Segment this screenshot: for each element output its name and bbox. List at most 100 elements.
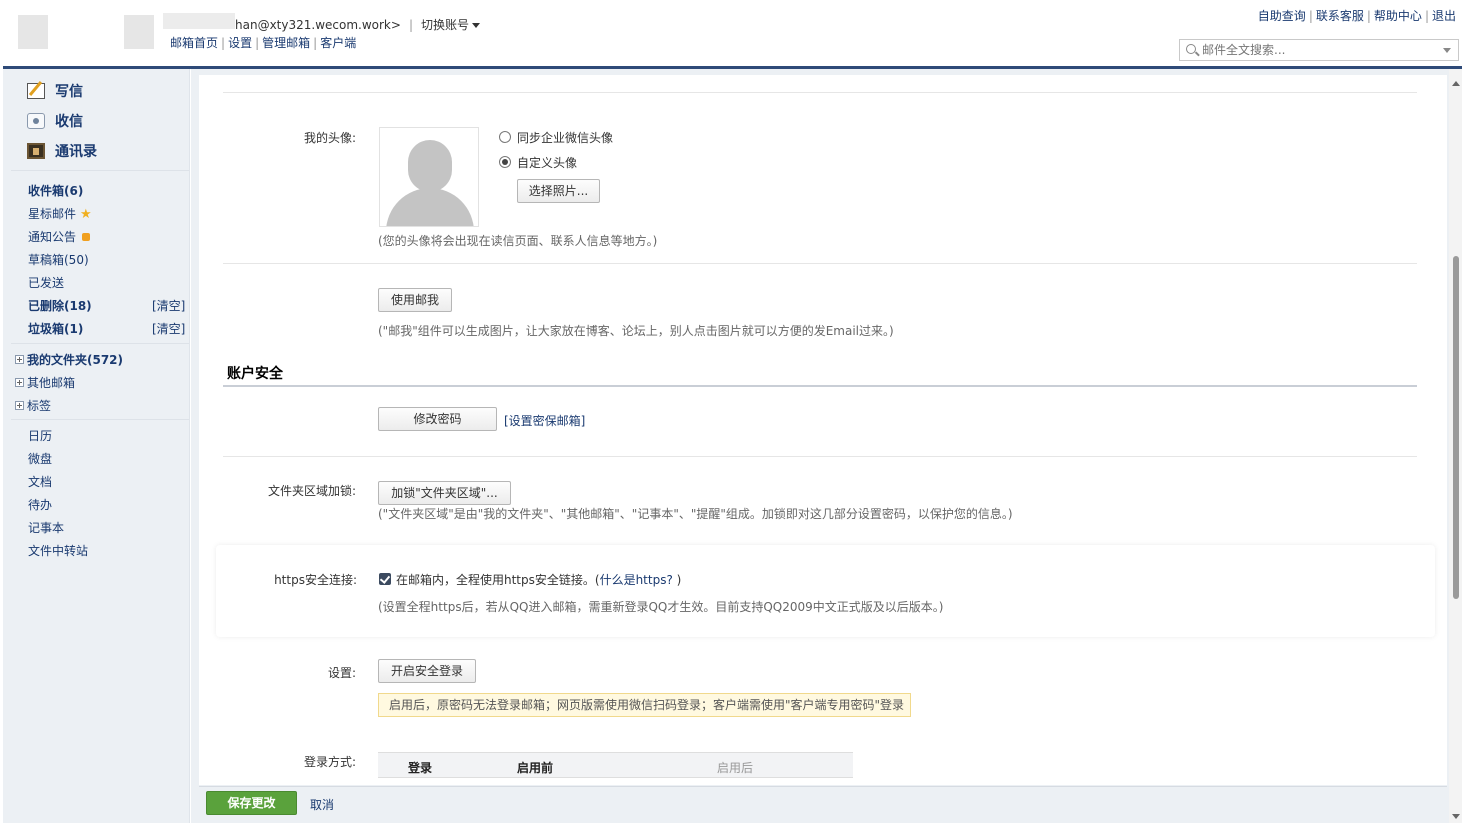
avatar-sync-radio[interactable] [499,131,511,143]
avatar-sync-label: 同步企业微信头像 [517,131,614,145]
folder-lock-button[interactable]: 加锁"文件夹区域"... [378,481,511,505]
user-avatar[interactable] [124,15,154,49]
section-divider [223,92,1417,93]
app-file-transfer[interactable]: 文件中转站 [28,542,88,559]
scrollbar-thumb[interactable] [1453,256,1459,599]
use-mailme-button[interactable]: 使用邮我 [378,288,452,312]
folder-drafts[interactable]: 草稿箱(50) [28,251,89,268]
speaker-icon [82,233,91,241]
account-separator: | [408,18,413,32]
switch-account-link[interactable]: 切换账号 [421,18,480,32]
avatar-custom-label: 自定义头像 [517,156,578,170]
mailme-hint: ("邮我"组件可以生成图片，让大家放在博客、论坛上，别人点击图片就可以方便的发E… [378,324,894,338]
set-security-mail-link[interactable]: [设置密保邮箱] [504,412,585,429]
tree-other-mailboxes[interactable]: 其他邮箱 [15,374,75,391]
tree-my-folders-label: 我的文件夹(572) [27,353,124,367]
scrollbar[interactable] [1449,69,1462,823]
scroll-up-icon[interactable] [1452,81,1460,86]
folder-lock-hint: ("文件夹区域"是由"我的文件夹"、"其他邮箱"、"记事本"、"提醒"组成。加锁… [378,507,1013,521]
account-security-title: 账户安全 [227,366,283,382]
account-email: han@xty321.wecom.work> [235,18,401,32]
expand-icon[interactable] [15,355,24,364]
table-header-login: 登录 [408,761,433,775]
section-title-underline [223,385,1417,387]
https-close-paren: ) [672,573,682,587]
save-changes-button[interactable]: 保存更改 [206,791,297,815]
select-photo-button[interactable]: 选择照片... [517,179,600,203]
compose-label: 写信 [55,84,83,100]
header-nav: 邮箱首页 | 设置 | 管理邮箱 | 客户端 [170,36,357,50]
top-right-links: 自助查询 | 联系客服 | 帮助中心 | 退出 [1257,9,1456,23]
receive-label: 收信 [55,114,83,130]
folder-sent[interactable]: 已发送 [28,274,64,291]
expand-icon[interactable] [15,378,24,387]
https-hint: (设置全程https后，若从QQ进入邮箱，需重新登录QQ才生效。目前支持QQ20… [378,600,944,614]
folder-inbox[interactable]: 收件箱(6) [28,182,83,199]
self-service-link[interactable]: 自助查询 [1258,9,1306,23]
folder-notices[interactable]: 通知公告 [28,228,91,245]
table-header-after: 启用后 [717,761,754,775]
receive-button[interactable]: 收信 [27,111,83,133]
search-icon [1186,44,1196,54]
nav-link-admin[interactable]: 管理邮箱 [262,36,310,50]
account-name [163,13,235,29]
expand-icon[interactable] [15,401,24,410]
tree-tags[interactable]: 标签 [15,397,51,414]
avatar-label: 我的头像: [303,131,356,145]
nav-link-settings[interactable]: 设置 [228,36,252,50]
https-checkbox-label: 在邮箱内，全程使用https安全链接。( [396,573,600,587]
app-calendar[interactable]: 日历 [28,427,52,444]
chevron-down-icon [472,23,480,28]
app-drive[interactable]: 微盘 [28,450,52,467]
compose-button[interactable]: 写信 [27,81,83,103]
mail-search-input[interactable] [1202,42,1432,58]
login-method-label: 登录方式: [303,755,356,769]
section-divider [223,456,1417,457]
empty-spam-link[interactable]: [清空] [152,320,185,337]
contacts-icon [27,143,45,159]
what-is-https-link[interactable]: 什么是https? [600,573,673,587]
folder-deleted[interactable]: 已删除(18) [28,297,92,314]
login-method-table: 登录 启用前 启用后 [378,752,853,778]
compose-icon [27,83,45,99]
switch-account-label: 切换账号 [420,18,469,32]
logout-link[interactable]: 退出 [1432,9,1456,23]
enable-secure-login-button[interactable]: 开启安全登录 [378,659,476,683]
help-center-link[interactable]: 帮助中心 [1374,9,1422,23]
receive-icon [27,113,45,129]
avatar-custom-radio[interactable] [499,156,511,168]
cancel-link[interactable]: 取消 [310,796,334,813]
search-dropdown-icon[interactable] [1443,48,1451,53]
nav-link-client[interactable]: 客户端 [320,36,356,50]
settings-content: 我的头像: 同步企业微信头像 自定义头像 选择照片... (您的头像将会出现在读… [199,75,1447,785]
folder-spam[interactable]: 垃圾箱(1) [28,320,83,337]
contact-support-link[interactable]: 联系客服 [1316,9,1364,23]
sidebar-divider [11,343,189,344]
folder-starred[interactable]: 星标邮件 ★ [28,205,92,222]
tree-other-mailboxes-label: 其他邮箱 [27,376,76,390]
sidebar: 写信 收信 通讯录 收件箱(6) 星标邮件 ★ 通知公告 草稿箱(50) 已发送 … [3,69,190,823]
https-label: https安全连接: [274,573,357,587]
section-divider [223,263,1417,264]
scroll-down-icon[interactable] [1452,814,1460,819]
folder-starred-label: 星标邮件 [28,207,77,221]
https-checkbox[interactable] [379,573,391,585]
https-setting-card: https安全连接: 在邮箱内，全程使用https安全链接。(什么是https?… [216,545,1435,637]
nav-link-home[interactable]: 邮箱首页 [170,36,218,50]
sidebar-divider [11,170,189,171]
secure-login-warning: 启用后，原密码无法登录邮箱；网页版需使用微信扫码登录；客户端需使用"客户端专用密… [378,693,911,717]
change-password-button[interactable]: 修改密码 [378,407,497,431]
tree-my-folders[interactable]: 我的文件夹(572) [15,351,123,368]
empty-deleted-link[interactable]: [清空] [152,297,185,314]
folder-lock-label: 文件夹区域加锁: [267,484,356,498]
table-header-before: 启用前 [517,761,554,775]
mail-search-box[interactable] [1179,39,1459,61]
contacts-label: 通讯录 [55,144,97,160]
app-notes[interactable]: 记事本 [28,519,64,536]
main-area: 我的头像: 同步企业微信头像 自定义头像 选择照片... (您的头像将会出现在读… [191,69,1449,823]
star-icon: ★ [80,207,92,222]
settings-label: 设置: [327,666,356,680]
app-docs[interactable]: 文档 [28,473,52,490]
contacts-button[interactable]: 通讯录 [27,141,97,163]
app-todo[interactable]: 待办 [28,496,52,513]
